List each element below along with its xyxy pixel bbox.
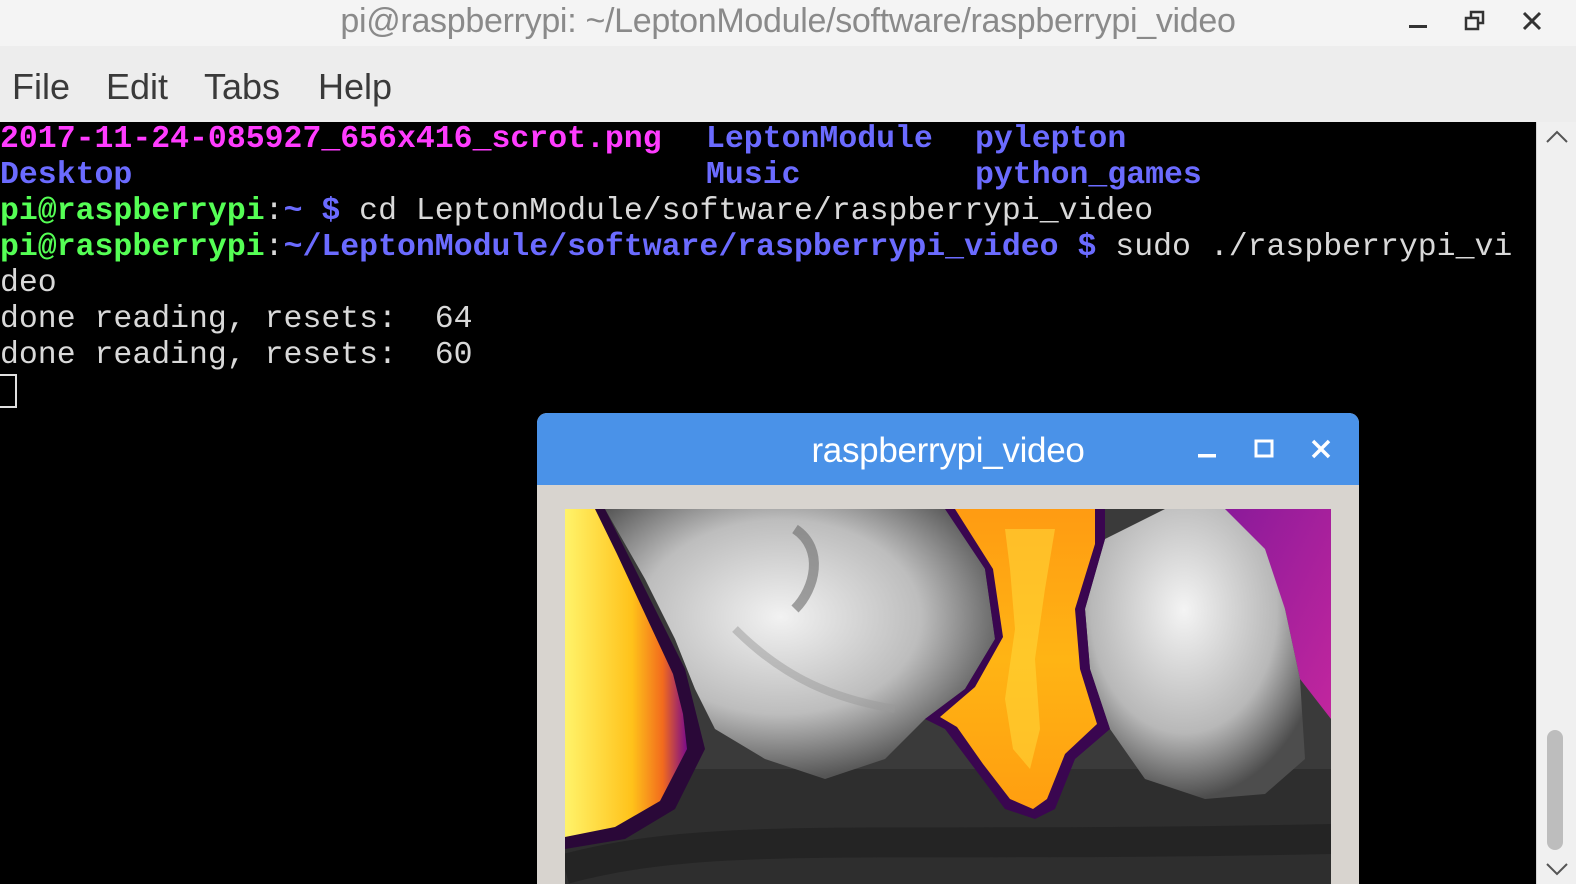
menu-help[interactable]: Help bbox=[318, 46, 392, 122]
scroll-down-button[interactable] bbox=[1537, 854, 1576, 884]
ls-output-line-1: 2017-11-24-085927_656x416_scrot.png Lepto… bbox=[0, 122, 1126, 158]
minimize-icon bbox=[1198, 454, 1216, 458]
chevron-down-icon bbox=[1546, 863, 1568, 876]
window-title: pi@raspberrypi: ~/LeptonModule/software/… bbox=[340, 2, 1236, 40]
video-window[interactable]: raspberrypi_video bbox=[537, 413, 1359, 884]
menu-file[interactable]: File bbox=[12, 46, 70, 122]
video-window-title: raspberrypi_video bbox=[811, 431, 1085, 470]
video-titlebar[interactable]: raspberrypi_video bbox=[537, 413, 1359, 485]
prompt-path: ~/LeptonModule/software/raspberrypi_vide… bbox=[283, 230, 1097, 265]
prompt-path: ~ $ bbox=[283, 194, 341, 229]
command-line-1: pi@raspberrypi:~ $ cd LeptonModule/softw… bbox=[0, 194, 1153, 230]
command-text: sudo ./raspberrypi_vi bbox=[1096, 230, 1513, 265]
maximize-icon bbox=[1254, 439, 1274, 458]
scroll-up-button[interactable] bbox=[1537, 122, 1576, 152]
video-maximize-button[interactable] bbox=[1246, 431, 1282, 467]
ls-dir-leptonmodule: LeptonModule bbox=[706, 122, 933, 157]
minimize-button[interactable] bbox=[1398, 2, 1438, 40]
scroll-thumb[interactable] bbox=[1547, 730, 1563, 850]
command-wrap-line: deo bbox=[0, 266, 57, 301]
close-button[interactable] bbox=[1512, 2, 1552, 40]
chevron-up-icon bbox=[1546, 130, 1568, 143]
video-close-button[interactable] bbox=[1303, 431, 1339, 467]
ls-dir-desktop: Desktop bbox=[0, 158, 133, 193]
restore-icon bbox=[1464, 10, 1485, 31]
ls-dir-music: Music bbox=[706, 158, 801, 193]
close-icon bbox=[1522, 11, 1542, 31]
ls-output-line-2: Desktop Music python_games bbox=[0, 158, 1202, 194]
output-line-1: done reading, resets: 64 bbox=[0, 302, 473, 337]
ls-file-png: 2017-11-24-085927_656x416_scrot.png bbox=[0, 122, 662, 157]
command-text: cd LeptonModule/software/raspberrypi_vid… bbox=[340, 194, 1154, 229]
terminal-titlebar[interactable]: pi@raspberrypi: ~/LeptonModule/software/… bbox=[0, 0, 1576, 46]
prompt-colon: : bbox=[264, 194, 284, 229]
close-icon bbox=[1311, 439, 1331, 459]
ls-dir-python-games: python_games bbox=[975, 158, 1202, 193]
menu-tabs[interactable]: Tabs bbox=[204, 46, 280, 122]
prompt-colon: : bbox=[264, 230, 284, 265]
minimize-icon bbox=[1409, 25, 1427, 28]
prompt-user: pi@raspberrypi bbox=[0, 194, 265, 229]
video-minimize-button[interactable] bbox=[1189, 431, 1225, 467]
prompt-user: pi@raspberrypi bbox=[0, 230, 265, 265]
restore-button[interactable] bbox=[1455, 2, 1495, 40]
menu-edit[interactable]: Edit bbox=[106, 46, 168, 122]
ls-dir-pylepton: pylepton bbox=[975, 122, 1127, 157]
terminal-cursor bbox=[0, 374, 17, 408]
menu-bar: File Edit Tabs Help bbox=[0, 46, 1576, 123]
thermal-video-frame bbox=[565, 509, 1331, 884]
terminal-scrollbar[interactable] bbox=[1536, 122, 1576, 884]
command-line-2: pi@raspberrypi:~/LeptonModule/software/r… bbox=[0, 230, 1512, 266]
output-line-2: done reading, resets: 60 bbox=[0, 338, 473, 373]
thermal-image bbox=[565, 509, 1331, 884]
